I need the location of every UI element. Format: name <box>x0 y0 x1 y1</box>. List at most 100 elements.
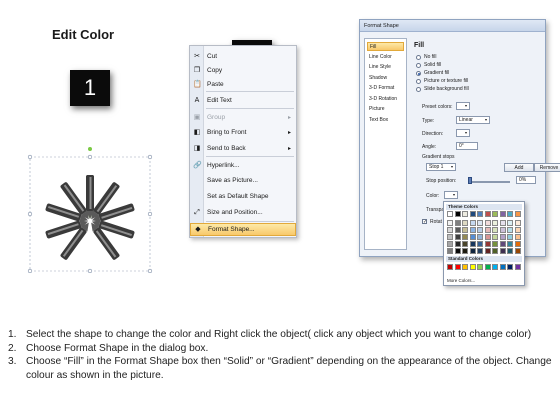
color-swatch[interactable] <box>454 234 461 240</box>
standard-color-swatch[interactable] <box>514 264 521 270</box>
color-swatch[interactable] <box>499 248 506 254</box>
color-swatch[interactable] <box>477 220 483 226</box>
color-swatch[interactable] <box>499 241 506 247</box>
menu-item-hyperlink[interactable]: 🔗 Hyperlink... <box>190 159 296 172</box>
color-swatch[interactable] <box>484 234 491 240</box>
color-swatch[interactable] <box>514 241 521 247</box>
color-swatch[interactable] <box>447 241 453 247</box>
color-swatch[interactable] <box>469 211 476 217</box>
color-swatch[interactable] <box>514 227 521 233</box>
more-colors-link[interactable]: More Colors... <box>447 278 475 283</box>
color-swatch[interactable] <box>514 220 521 226</box>
standard-color-swatch[interactable] <box>462 264 468 270</box>
nav-item-text-box[interactable]: Text Box <box>367 116 404 125</box>
menu-item-send-to-back[interactable]: ◨ Send to Back ▸ <box>190 142 296 155</box>
color-swatch[interactable] <box>469 220 476 226</box>
color-swatch[interactable] <box>462 211 468 217</box>
color-swatch[interactable] <box>477 241 483 247</box>
direction-dropdown[interactable]: ▾ <box>456 129 470 137</box>
standard-color-swatch[interactable] <box>477 264 483 270</box>
color-swatch[interactable] <box>507 234 513 240</box>
color-swatch[interactable] <box>507 220 513 226</box>
menu-item-paste[interactable]: 📋 Paste <box>190 78 296 91</box>
color-swatch[interactable] <box>492 220 498 226</box>
resize-handle[interactable] <box>147 268 153 274</box>
standard-color-swatch[interactable] <box>447 264 453 270</box>
rotate-checkbox[interactable]: ✓ <box>422 219 427 225</box>
color-swatch[interactable] <box>447 220 453 226</box>
color-swatch[interactable] <box>469 234 476 240</box>
rotation-handle[interactable] <box>88 147 92 151</box>
pencil-star-shape[interactable] <box>26 143 154 274</box>
resize-handle[interactable] <box>27 154 33 160</box>
color-swatch[interactable] <box>462 227 468 233</box>
radio-solid-fill[interactable]: Solid fill <box>416 62 441 68</box>
preset-colors-dropdown[interactable]: ▾ <box>456 102 470 110</box>
color-swatch[interactable] <box>454 220 461 226</box>
type-dropdown[interactable]: Linear ▾ <box>456 116 490 124</box>
standard-color-swatch[interactable] <box>484 264 491 270</box>
color-swatch[interactable] <box>454 241 461 247</box>
color-swatch[interactable] <box>514 248 521 254</box>
color-swatch[interactable] <box>462 234 468 240</box>
pencil-star-graphic[interactable] <box>26 143 154 274</box>
color-swatch[interactable] <box>499 211 506 217</box>
stop-position-slider[interactable] <box>468 177 472 184</box>
color-swatch[interactable] <box>462 220 468 226</box>
color-swatch[interactable] <box>447 234 453 240</box>
resize-handle[interactable] <box>87 268 93 274</box>
standard-color-swatch[interactable] <box>499 264 506 270</box>
nav-item-fill[interactable]: Fill <box>367 42 404 51</box>
color-swatch[interactable] <box>484 227 491 233</box>
nav-item-3-d-format[interactable]: 3-D Format <box>367 84 404 93</box>
radio-gradient-fill[interactable]: Gradient fill <box>416 70 449 76</box>
color-swatch[interactable] <box>507 241 513 247</box>
color-swatch[interactable] <box>492 241 498 247</box>
color-swatch[interactable] <box>462 241 468 247</box>
menu-item-save-as-picture[interactable]: Save as Picture... <box>190 174 296 187</box>
nav-item-3-d-rotation[interactable]: 3-D Rotation <box>367 95 404 104</box>
menu-item-cut[interactable]: ✂ Cut <box>190 50 296 63</box>
color-swatch[interactable] <box>507 211 513 217</box>
color-swatch[interactable] <box>454 227 461 233</box>
color-swatch[interactable] <box>477 248 483 254</box>
nav-item-line-color[interactable]: Line Color <box>367 53 404 62</box>
color-swatch[interactable] <box>454 211 461 217</box>
color-swatch[interactable] <box>492 211 498 217</box>
color-swatch[interactable] <box>492 234 498 240</box>
menu-item-bring-to-front[interactable]: ◧ Bring to Front ▸ <box>190 126 296 139</box>
color-swatch[interactable] <box>484 248 491 254</box>
color-swatch[interactable] <box>484 220 491 226</box>
nav-item-shadow[interactable]: Shadow <box>367 74 404 83</box>
color-swatch[interactable] <box>469 241 476 247</box>
resize-handle[interactable] <box>27 268 33 274</box>
color-swatch[interactable] <box>469 227 476 233</box>
angle-input[interactable]: 0° <box>456 142 478 150</box>
resize-handle[interactable] <box>87 154 93 160</box>
color-swatch[interactable] <box>469 248 476 254</box>
color-swatch[interactable] <box>507 248 513 254</box>
menu-item-copy[interactable]: ❐ Copy <box>190 64 296 77</box>
color-swatch[interactable] <box>492 248 498 254</box>
color-swatch[interactable] <box>507 227 513 233</box>
menu-item-edit-text[interactable]: A Edit Text <box>190 94 296 107</box>
resize-handle[interactable] <box>27 211 33 217</box>
color-swatch[interactable] <box>477 227 483 233</box>
color-swatch[interactable] <box>492 227 498 233</box>
color-swatch[interactable] <box>484 211 491 217</box>
menu-item-format-shape[interactable]: ◆ Format Shape... <box>190 223 296 236</box>
standard-color-swatch[interactable] <box>454 264 461 270</box>
standard-color-swatch[interactable] <box>469 264 476 270</box>
resize-handle[interactable] <box>147 154 153 160</box>
color-swatch[interactable] <box>477 234 483 240</box>
standard-color-swatch[interactable] <box>492 264 498 270</box>
color-swatch[interactable] <box>499 227 506 233</box>
color-swatch[interactable] <box>462 248 468 254</box>
stop-position-track[interactable] <box>470 181 510 183</box>
color-picker-button[interactable]: ▾ <box>444 191 458 199</box>
nav-item-line-style[interactable]: Line Style <box>367 63 404 72</box>
radio-no-fill[interactable]: No fill <box>416 54 437 60</box>
standard-color-swatch[interactable] <box>507 264 513 270</box>
color-swatch[interactable] <box>514 211 521 217</box>
menu-item-size-and-position[interactable]: ⤢ Size and Position... <box>190 206 296 219</box>
